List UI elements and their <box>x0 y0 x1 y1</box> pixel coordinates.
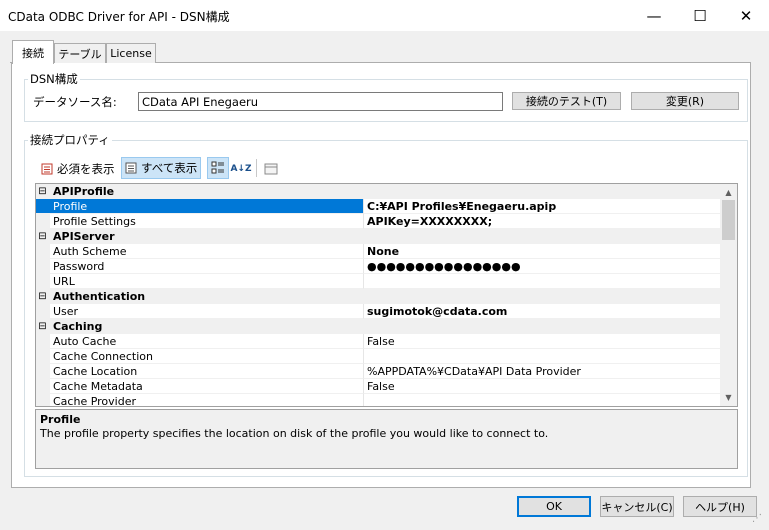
category-label: APIProfile <box>53 185 115 198</box>
property-value[interactable] <box>364 274 721 289</box>
show-required-button[interactable]: 必須を表示 <box>38 158 118 180</box>
collapse-icon[interactable]: ⊟ <box>36 229 49 244</box>
categorized-view-button[interactable] <box>207 157 229 179</box>
all-list-icon <box>125 162 137 174</box>
property-value[interactable]: sugimotok@cdata.com <box>364 304 721 319</box>
property-value[interactable]: None <box>364 244 721 259</box>
description-pane: Profile The profile property specifies t… <box>35 409 738 469</box>
resize-grip[interactable]: ⋰ <box>752 513 766 527</box>
grid-property-row[interactable]: Cache Connection <box>36 349 721 364</box>
property-name[interactable]: User <box>36 304 364 319</box>
maximize-button[interactable]: ☐ <box>677 0 723 31</box>
property-pages-button[interactable] <box>261 158 281 180</box>
grid-property-row[interactable]: User sugimotok@cdata.com <box>36 304 721 319</box>
window-title: CData ODBC Driver for API - DSN構成 <box>8 10 230 24</box>
property-name[interactable]: Auto Cache <box>36 334 364 349</box>
category-label: APIServer <box>53 230 115 243</box>
tab-license[interactable]: License <box>106 43 156 63</box>
ok-button[interactable]: OK <box>517 496 591 517</box>
grid-property-row[interactable]: Cache Location %APPDATA%¥CData¥API Data P… <box>36 364 721 379</box>
toolbar-separator <box>256 159 257 177</box>
property-value[interactable] <box>364 394 721 406</box>
grid-category-row[interactable]: ⊟ APIServer <box>36 229 721 244</box>
tab-connection[interactable]: 接続 <box>12 40 54 64</box>
grid-property-row[interactable]: Password ●●●●●●●●●●●●●●●● <box>36 259 721 274</box>
properties-group-label: 接続プロパティ <box>28 132 112 148</box>
show-all-button[interactable]: すべて表示 <box>121 157 202 179</box>
property-value[interactable]: ●●●●●●●●●●●●●●●● <box>364 259 721 274</box>
show-all-label: すべて表示 <box>141 161 198 175</box>
data-source-name-input[interactable]: CData API Enegaeru <box>138 92 503 111</box>
grid-category-row[interactable]: ⊟ Caching <box>36 319 721 334</box>
alphabetical-sort-button[interactable]: A↓Z <box>230 158 252 180</box>
property-name[interactable]: Cache Location <box>36 364 364 379</box>
collapse-icon[interactable]: ⊟ <box>36 319 49 334</box>
category-label: Authentication <box>53 290 146 303</box>
change-button[interactable]: 変更(R) <box>631 92 739 110</box>
minimize-button[interactable]: — <box>631 0 677 31</box>
property-name[interactable]: URL <box>36 274 364 289</box>
description-title: Profile <box>40 413 81 426</box>
close-button[interactable]: ✕ <box>723 0 769 31</box>
tab-tables[interactable]: テーブル <box>54 43 106 63</box>
collapse-icon[interactable]: ⊟ <box>36 289 49 304</box>
grid-property-row[interactable]: Auth Scheme None <box>36 244 721 259</box>
title-bar: CData ODBC Driver for API - DSN構成 — ☐ ✕ <box>0 0 769 31</box>
scrollbar-thumb[interactable] <box>722 200 735 240</box>
grid-property-row[interactable]: Profile C:¥API Profiles¥Enegaeru.apip <box>36 199 721 214</box>
property-value[interactable]: %APPDATA%¥CData¥API Data Provider <box>364 364 721 379</box>
property-grid[interactable]: ⊟ APIProfile Profile C:¥API Profiles¥Enegae… <box>35 183 738 407</box>
grid-category-row[interactable]: ⊟ Authentication <box>36 289 721 304</box>
required-list-icon <box>41 163 53 175</box>
grid-property-row[interactable]: Cache Provider <box>36 394 721 406</box>
grid-property-row[interactable]: Auto Cache False <box>36 334 721 349</box>
description-text: The profile property specifies the locat… <box>40 427 549 440</box>
property-value[interactable]: False <box>364 379 721 394</box>
property-name[interactable]: Password <box>36 259 364 274</box>
categorized-icon <box>211 161 224 174</box>
show-required-label: 必須を表示 <box>57 162 115 176</box>
data-source-name-label: データソース名: <box>33 95 117 109</box>
test-connection-button[interactable]: 接続のテスト(T) <box>512 92 621 110</box>
grid-scrollbar[interactable]: ▲ ▼ <box>720 184 737 406</box>
category-label: Caching <box>53 320 103 333</box>
property-name[interactable]: Cache Metadata <box>36 379 364 394</box>
dsn-group-label: DSN構成 <box>28 71 80 87</box>
grid-property-row[interactable]: Cache Metadata False <box>36 379 721 394</box>
property-value[interactable]: False <box>364 334 721 349</box>
grid-category-row[interactable]: ⊟ APIProfile <box>36 184 721 199</box>
cancel-button[interactable]: キャンセル(C) <box>600 496 674 517</box>
scroll-down-icon[interactable]: ▼ <box>720 390 737 404</box>
property-pages-icon <box>264 163 278 175</box>
property-value[interactable]: APIKey=XXXXXXXX; <box>364 214 721 229</box>
property-value[interactable]: C:¥API Profiles¥Enegaeru.apip <box>364 199 721 214</box>
property-name[interactable]: Profile Settings <box>36 214 364 229</box>
sort-az-icon: A↓Z <box>230 164 252 174</box>
help-button[interactable]: ヘルプ(H) <box>683 496 757 517</box>
grid-property-row[interactable]: URL <box>36 274 721 289</box>
scroll-up-icon[interactable]: ▲ <box>720 185 737 199</box>
property-name[interactable]: Cache Connection <box>36 349 364 364</box>
grid-property-row[interactable]: Profile Settings APIKey=XXXXXXXX; <box>36 214 721 229</box>
property-name[interactable]: Cache Provider <box>36 394 364 406</box>
collapse-icon[interactable]: ⊟ <box>36 184 49 199</box>
property-name[interactable]: Profile <box>36 199 364 214</box>
property-value[interactable] <box>364 349 721 364</box>
data-source-name-value: CData API Enegaeru <box>142 94 259 109</box>
property-name[interactable]: Auth Scheme <box>36 244 364 259</box>
